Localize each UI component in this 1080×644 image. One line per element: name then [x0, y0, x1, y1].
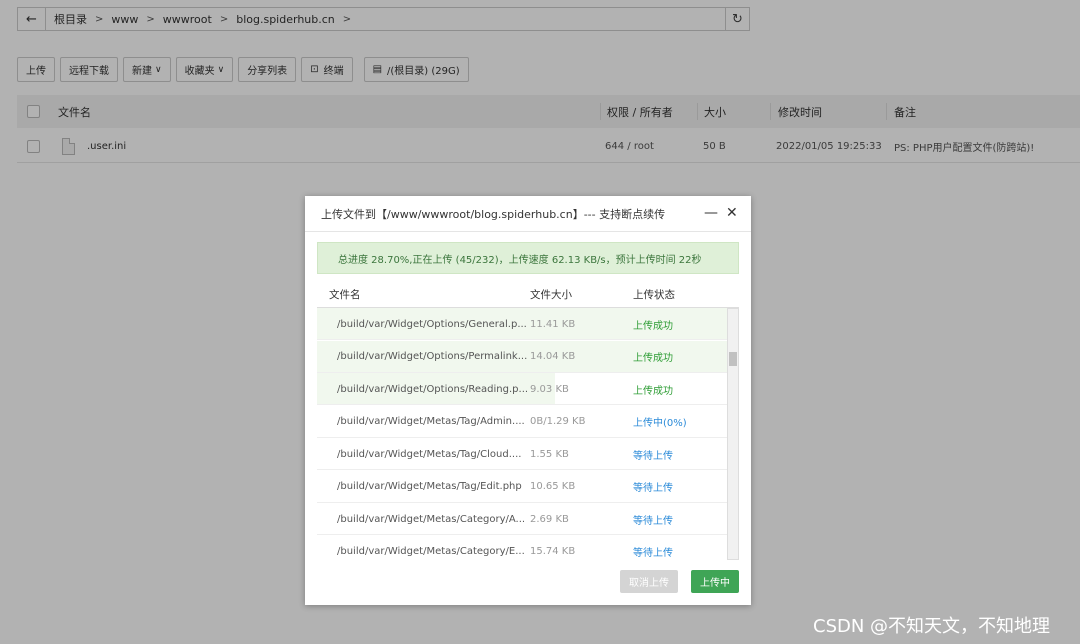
- upload-row: /build/var/Widget/Metas/Tag/Edit.php 10.6…: [317, 471, 727, 503]
- scrollbar-thumb[interactable]: [729, 352, 737, 366]
- upload-row: /build/var/Widget/Options/General.p... 11…: [317, 308, 727, 340]
- uploading-button[interactable]: 上传中: [691, 570, 739, 593]
- upload-status: 等待上传: [633, 515, 673, 527]
- upload-file-size: 9.03 KB: [530, 383, 569, 395]
- upload-file-size: 10.65 KB: [530, 481, 576, 492]
- header-file-name: 文件名: [329, 288, 361, 301]
- upload-file-size: 14.04 KB: [530, 351, 576, 362]
- upload-file-size: 11.41 KB: [530, 318, 576, 330]
- upload-file-size: 15.74 KB: [530, 546, 576, 557]
- upload-status: 等待上传: [633, 450, 673, 462]
- upload-list-header: 文件名 文件大小 上传状态: [317, 280, 739, 308]
- upload-file-name: /build/var/Widget/Metas/Tag/Admin....: [337, 416, 525, 427]
- upload-status: 等待上传: [633, 483, 673, 494]
- close-icon[interactable]: ✕: [726, 206, 738, 220]
- upload-file-name: /build/var/Widget/Options/Permalink...: [337, 351, 528, 362]
- upload-progress-banner: 总进度 28.70%,正在上传 (45/232)，上传速度 62.13 KB/s…: [317, 242, 739, 274]
- upload-file-size: 1.55 KB: [530, 448, 569, 460]
- upload-status: 上传成功: [633, 385, 673, 397]
- upload-file-name: /build/var/Widget/Metas/Tag/Edit.php: [337, 481, 522, 492]
- upload-file-name: /build/var/Widget/Options/Reading.p...: [337, 383, 529, 395]
- upload-row: /build/var/Widget/Options/Reading.p... 9.…: [317, 373, 727, 405]
- watermark: CSDN @不知天文，不知地理: [813, 616, 1051, 637]
- dialog-titlebar: 上传文件到【/www/wwwroot/blog.spiderhub.cn】---…: [305, 196, 751, 232]
- upload-status: 上传成功: [633, 320, 673, 332]
- upload-file-name: /build/var/Widget/Metas/Tag/Cloud....: [337, 448, 522, 460]
- upload-file-size: 2.69 KB: [530, 513, 569, 525]
- upload-file-size: 0B/1.29 KB: [530, 416, 586, 427]
- upload-status: 上传成功: [633, 353, 673, 364]
- upload-file-name: /build/var/Widget/Metas/Category/A...: [337, 513, 526, 525]
- upload-status: 上传中(0%): [633, 418, 687, 429]
- minimize-icon[interactable]: —: [704, 206, 718, 220]
- upload-status: 等待上传: [633, 548, 673, 559]
- upload-list-scrollbar[interactable]: [727, 308, 739, 560]
- dialog-title: 上传文件到【/www/wwwroot/blog.spiderhub.cn】---…: [321, 207, 666, 221]
- upload-list[interactable]: /build/var/Widget/Options/General.p... 11…: [317, 308, 727, 560]
- upload-row: /build/var/Widget/Options/Permalink... 14…: [317, 340, 727, 373]
- upload-row: /build/var/Widget/Metas/Tag/Cloud.... 1.5…: [317, 438, 727, 470]
- upload-row: /build/var/Widget/Metas/Tag/Admin.... 0B/…: [317, 406, 727, 438]
- upload-row: /build/var/Widget/Metas/Category/A... 2.6…: [317, 503, 727, 535]
- cancel-upload-button[interactable]: 取消上传: [620, 570, 678, 593]
- upload-dialog: 上传文件到【/www/wwwroot/blog.spiderhub.cn】---…: [305, 196, 751, 605]
- upload-file-name: /build/var/Widget/Options/General.p...: [337, 318, 527, 330]
- header-file-size: 文件大小: [530, 288, 572, 301]
- upload-row: /build/var/Widget/Metas/Category/E... 15.…: [317, 536, 727, 561]
- upload-file-name: /build/var/Widget/Metas/Category/E...: [337, 546, 525, 557]
- header-upload-status: 上传状态: [633, 288, 675, 301]
